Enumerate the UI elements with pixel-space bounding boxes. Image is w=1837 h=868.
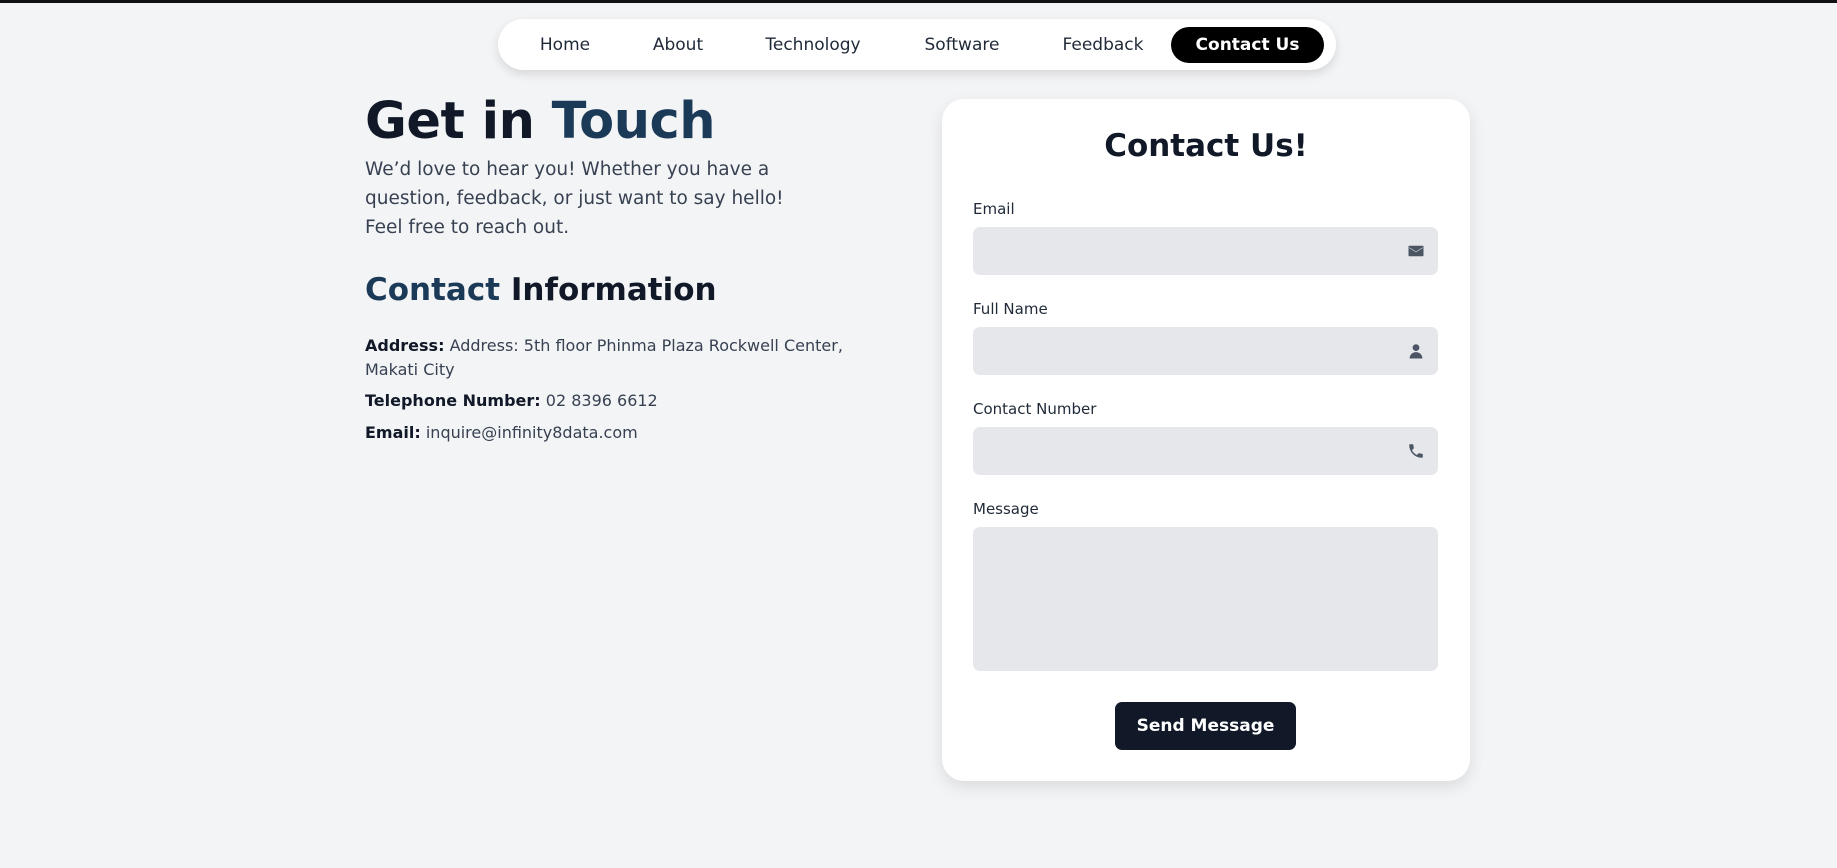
full-name-field[interactable] [973,327,1438,375]
phone-icon [1407,442,1425,460]
email-label: Email: [365,423,421,442]
title-part-2: Touch [551,92,716,151]
nav-item-technology[interactable]: Technology [753,27,873,63]
email-field-label: Email [973,200,1015,218]
user-icon [1407,342,1425,360]
contact-info-heading: Contact Information [365,272,717,308]
contact-info-heading-part-1: Contact [365,272,501,308]
full-name-field-label: Full Name [973,300,1048,318]
intro-text: We’d love to hear you! Whether you have … [365,159,784,238]
envelope-icon [1407,242,1425,260]
nav-item-contact-us[interactable]: Contact Us [1171,27,1324,63]
nav-item-about[interactable]: About [642,27,714,63]
email-line: Email: inquire@infinity8data.com [365,421,895,445]
main-nav: Home About Technology Software Feedback … [498,19,1336,70]
telephone-value: 02 8396 6612 [540,391,658,410]
message-field-label: Message [973,500,1039,518]
contact-number-field[interactable] [973,427,1438,475]
send-message-button[interactable]: Send Message [1115,702,1296,750]
telephone-line: Telephone Number: 02 8396 6612 [365,389,895,413]
address-label: Address: [365,336,445,355]
page-title: Get in Touch [365,92,716,151]
nav-item-feedback[interactable]: Feedback [1051,27,1155,63]
email-value: inquire@infinity8data.com [420,423,638,442]
nav-item-home[interactable]: Home [528,27,602,63]
email-field[interactable] [973,227,1438,275]
contact-info-heading-part-2: Information [500,272,717,308]
form-title: Contact Us! [1104,128,1308,164]
contact-number-field-label: Contact Number [973,400,1097,418]
nav-item-software[interactable]: Software [914,27,1010,63]
message-field[interactable] [973,527,1438,671]
telephone-label: Telephone Number: [365,391,541,410]
title-part-1: Get in [365,92,552,151]
address-line: Address: Address: 5th floor Phinma Plaza… [365,334,895,382]
top-border [0,0,1837,3]
